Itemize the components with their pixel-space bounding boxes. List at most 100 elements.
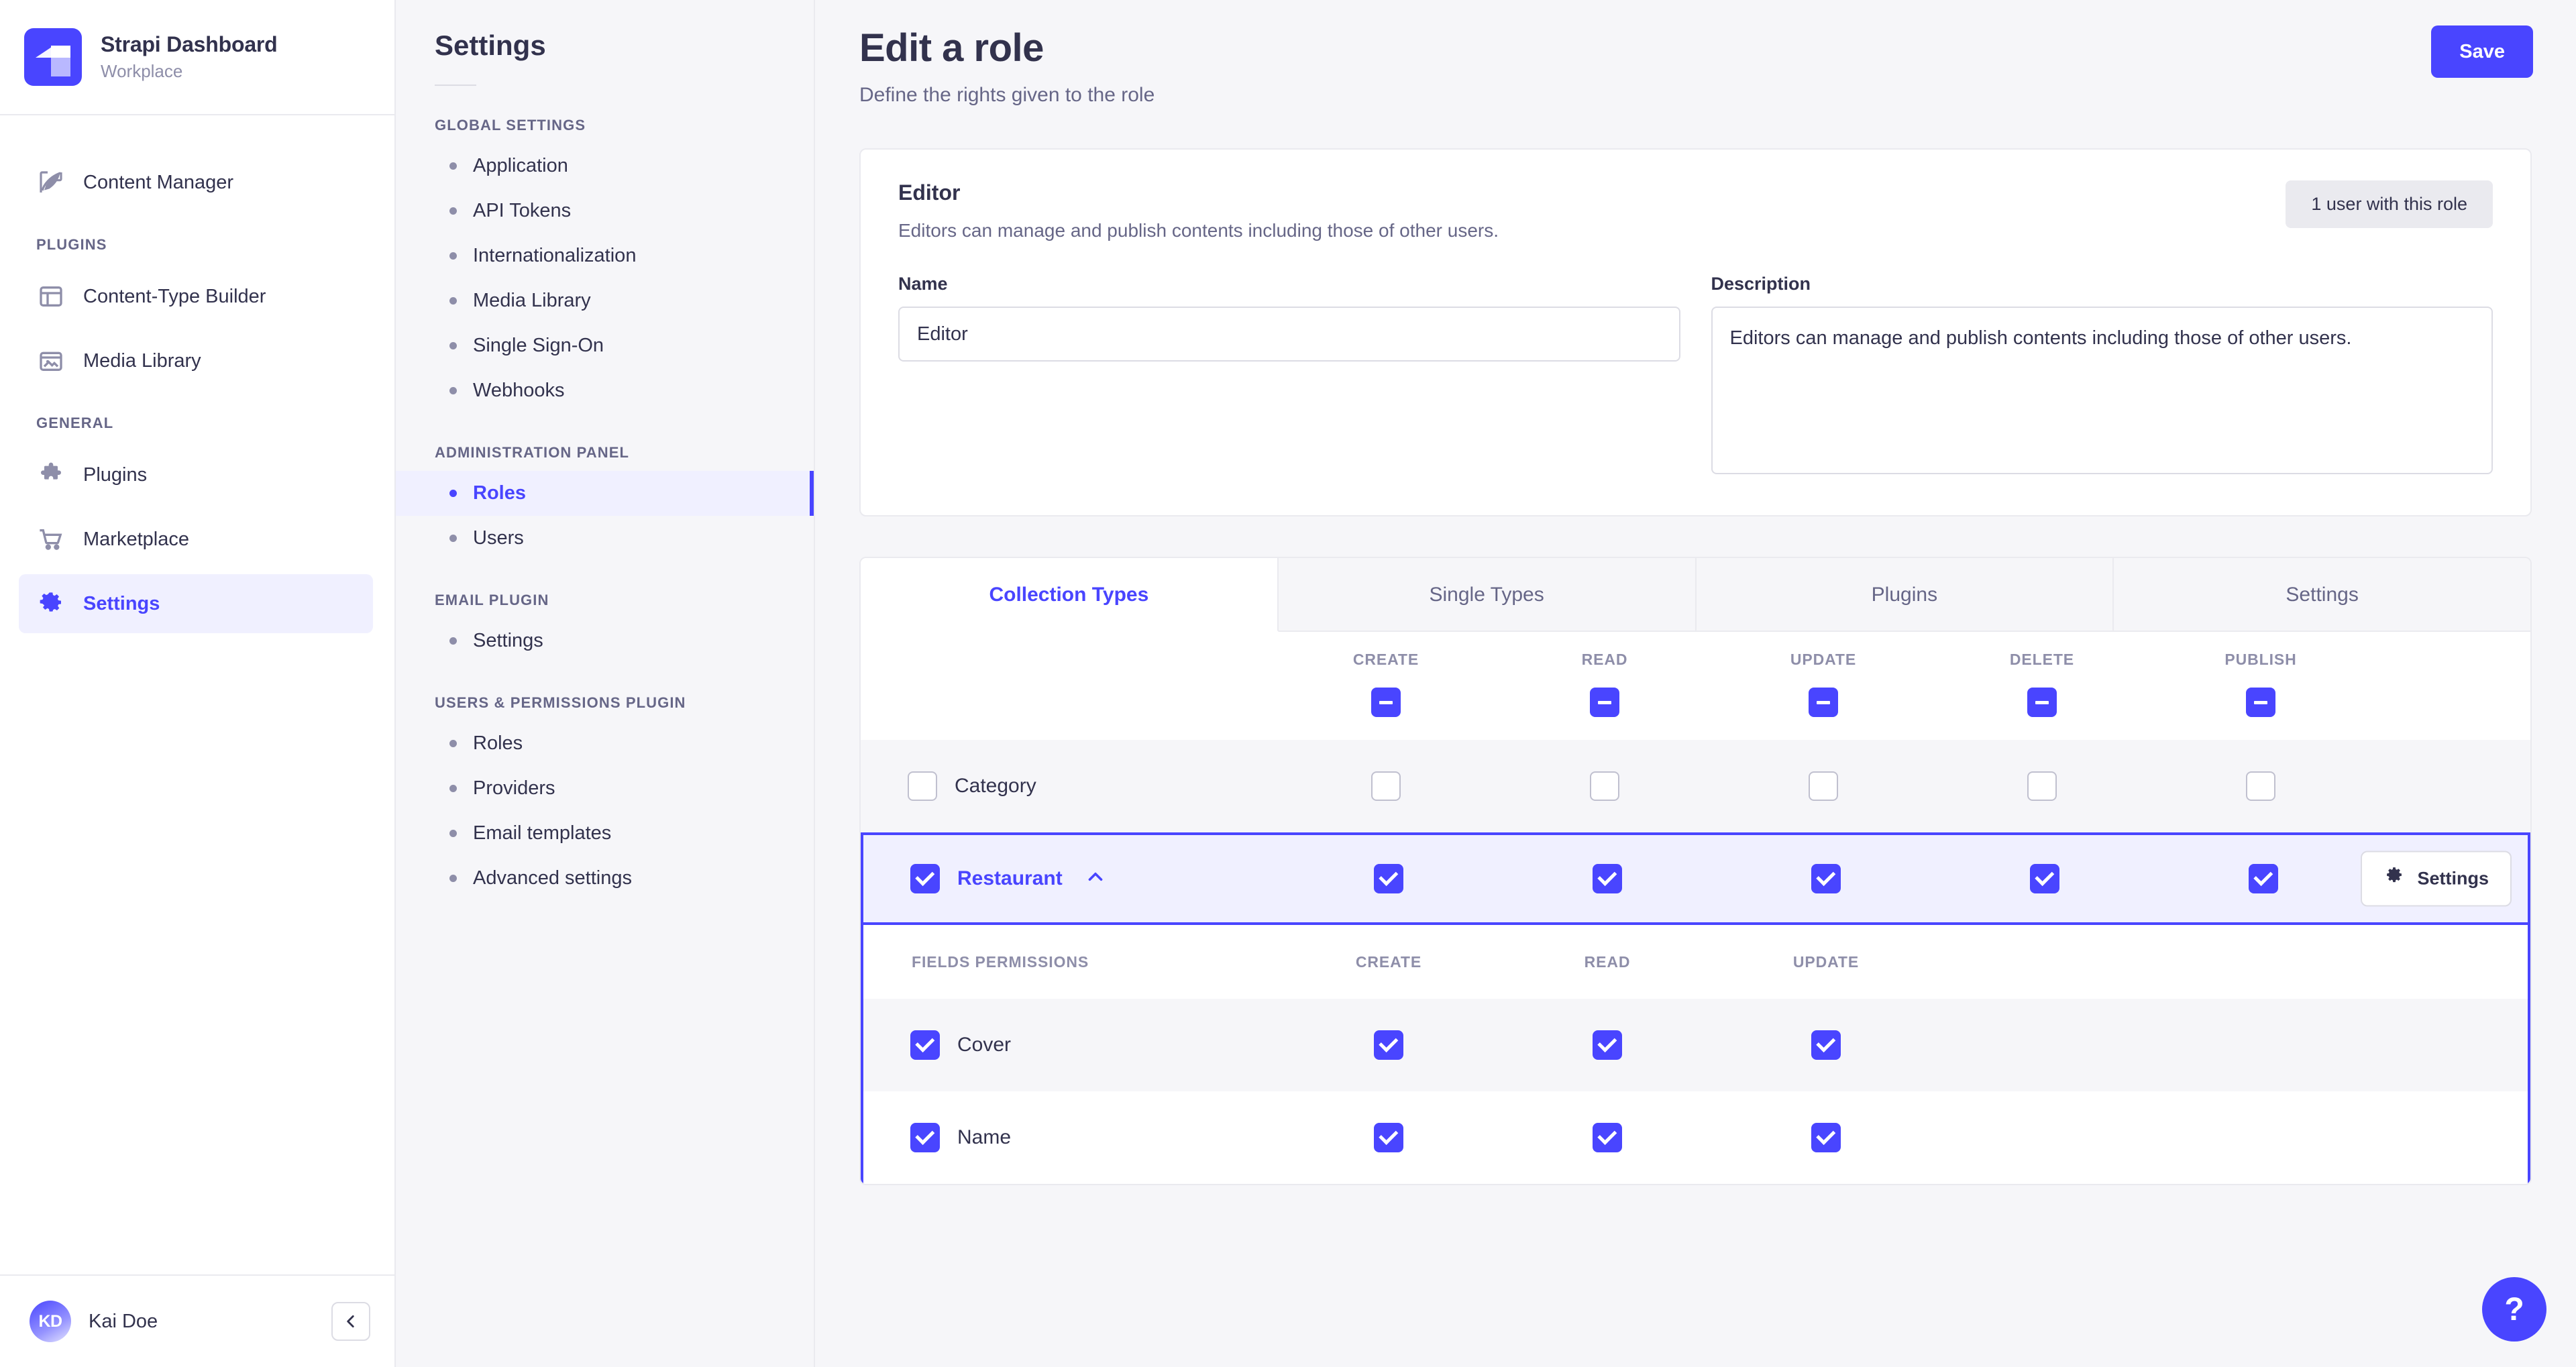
cell-publish (2151, 771, 2370, 801)
row-label: Category (955, 775, 1036, 797)
checkbox-name-read[interactable] (1593, 1123, 1622, 1152)
chevron-up-icon[interactable] (1084, 865, 1107, 892)
settings-item-application[interactable]: Application (396, 144, 814, 188)
bullet-icon (449, 535, 457, 542)
name-input[interactable] (898, 307, 1680, 362)
sidebar-item-content-manager[interactable]: Content Manager (19, 153, 373, 212)
user-name[interactable]: Kai Doe (89, 1311, 314, 1333)
bullet-icon (449, 875, 457, 882)
permissions-card: Collection Types Single Types Plugins Se… (859, 557, 2532, 1185)
settings-item-up-roles[interactable]: Roles (396, 721, 814, 766)
settings-item-single-sign-on[interactable]: Single Sign-On (396, 323, 814, 368)
settings-item-webhooks[interactable]: Webhooks (396, 368, 814, 413)
header-checkbox-create[interactable] (1371, 688, 1401, 717)
settings-item-roles[interactable]: Roles (396, 471, 814, 516)
settings-item-users[interactable]: Users (396, 516, 814, 561)
description-textarea[interactable]: Editors can manage and publish contents … (1711, 307, 2493, 474)
divider (435, 85, 476, 86)
checkbox-cover-read[interactable] (1593, 1030, 1622, 1060)
checkbox-restaurant-create[interactable] (1374, 864, 1403, 893)
row-checkbox-restaurant[interactable] (910, 864, 940, 893)
sidebar-item-settings[interactable]: Settings (19, 574, 373, 633)
restaurant-settings-button[interactable]: Settings (2361, 851, 2512, 907)
bullet-icon (449, 637, 457, 645)
sidebar-item-media-library[interactable]: Media Library (19, 331, 373, 390)
tab-collection-types[interactable]: Collection Types (861, 558, 1279, 632)
cell-create (1279, 1030, 1498, 1060)
cell-read (1498, 1030, 1717, 1060)
bullet-icon (449, 162, 457, 170)
cell-update (1717, 1123, 1935, 1152)
role-name-heading: Editor (898, 180, 961, 205)
settings-item-label: Providers (473, 777, 555, 799)
image-icon (36, 346, 66, 376)
cell-create (1279, 1123, 1498, 1152)
header-checkbox-read[interactable] (1590, 688, 1619, 717)
settings-item-internationalization[interactable]: Internationalization (396, 233, 814, 278)
cell-read (1498, 864, 1717, 893)
page-subtitle: Define the rights given to the role (859, 84, 1155, 106)
header-checkbox-publish[interactable] (2246, 688, 2275, 717)
chevron-left-icon[interactable] (331, 1302, 370, 1341)
checkbox-restaurant-read[interactable] (1593, 864, 1622, 893)
checkbox-restaurant-update[interactable] (1811, 864, 1841, 893)
checkbox-category-publish[interactable] (2246, 771, 2275, 801)
cell-publish (2154, 864, 2373, 893)
column-label: DELETE (2009, 651, 2075, 668)
settings-item-advanced-settings[interactable]: Advanced settings (396, 856, 814, 901)
row-checkbox-category[interactable] (908, 771, 937, 801)
checkbox-cover-create[interactable] (1374, 1030, 1403, 1060)
settings-item-label: Settings (473, 630, 543, 651)
settings-item-providers[interactable]: Providers (396, 766, 814, 811)
checkbox-restaurant-publish[interactable] (2249, 864, 2278, 893)
settings-item-media-library[interactable]: Media Library (396, 278, 814, 323)
settings-group-label: EMAIL PLUGIN (435, 592, 549, 608)
row-label-group: Category (861, 771, 1277, 801)
settings-item-label: Webhooks (473, 380, 565, 401)
header-checkbox-update[interactable] (1809, 688, 1838, 717)
save-button[interactable]: Save (2431, 25, 2533, 78)
settings-group-admin: ADMINISTRATION PANEL Roles Users (396, 444, 814, 561)
checkbox-category-read[interactable] (1590, 771, 1619, 801)
settings-group-users-permissions: USERS & PERMISSIONS PLUGIN Roles Provide… (396, 694, 814, 901)
checkbox-category-update[interactable] (1809, 771, 1838, 801)
tab-plugins[interactable]: Plugins (1696, 558, 2114, 632)
settings-item-email-settings[interactable]: Settings (396, 618, 814, 663)
permissions-tabs: Collection Types Single Types Plugins Se… (861, 558, 2530, 632)
help-button[interactable]: ? (2482, 1277, 2546, 1342)
sidebar-item-marketplace[interactable]: Marketplace (19, 510, 373, 569)
fields-permissions-label: FIELDS PERMISSIONS (912, 952, 1089, 971)
brand-header[interactable]: Strapi Dashboard Workplace (0, 0, 394, 115)
users-with-role-badge: 1 user with this role (2286, 180, 2493, 228)
checkbox-category-create[interactable] (1371, 771, 1401, 801)
feather-icon (36, 168, 66, 197)
tab-settings[interactable]: Settings (2114, 558, 2530, 632)
layout-icon (36, 282, 66, 311)
checkbox-name-create[interactable] (1374, 1123, 1403, 1152)
field-checkbox-name[interactable] (910, 1123, 940, 1152)
sidebar-item-content-type-builder[interactable]: Content-Type Builder (19, 267, 373, 326)
checkbox-name-update[interactable] (1811, 1123, 1841, 1152)
row-label-group: Name (863, 1123, 1279, 1152)
fields-permissions-header: FIELDS PERMISSIONS CREATE READ UPDATE (863, 925, 2528, 999)
settings-item-api-tokens[interactable]: API Tokens (396, 188, 814, 233)
checkbox-restaurant-delete[interactable] (2030, 864, 2059, 893)
strapi-logo-icon (24, 28, 82, 86)
settings-item-label: Roles (473, 732, 523, 754)
puzzle-icon (36, 460, 66, 490)
field-checkbox-cover[interactable] (910, 1030, 940, 1060)
settings-item-label: Application (473, 155, 568, 176)
fields-column-update: UPDATE (1792, 952, 1860, 971)
checkbox-category-delete[interactable] (2027, 771, 2057, 801)
settings-item-label: Internationalization (473, 245, 637, 266)
permissions-header-row: CREATE READ UPDATE DELETE PUBLISH (861, 632, 2530, 740)
tab-single-types[interactable]: Single Types (1278, 558, 1697, 632)
settings-item-email-templates[interactable]: Email templates (396, 811, 814, 856)
header-checkbox-delete[interactable] (2027, 688, 2057, 717)
sidebar-item-plugins[interactable]: Plugins (19, 445, 373, 504)
name-label: Name (898, 274, 948, 294)
column-read: READ (1495, 651, 1714, 717)
checkbox-cover-update[interactable] (1811, 1030, 1841, 1060)
gear-icon (2383, 866, 2405, 892)
main-content: Edit a role Define the rights given to t… (815, 0, 2576, 1367)
